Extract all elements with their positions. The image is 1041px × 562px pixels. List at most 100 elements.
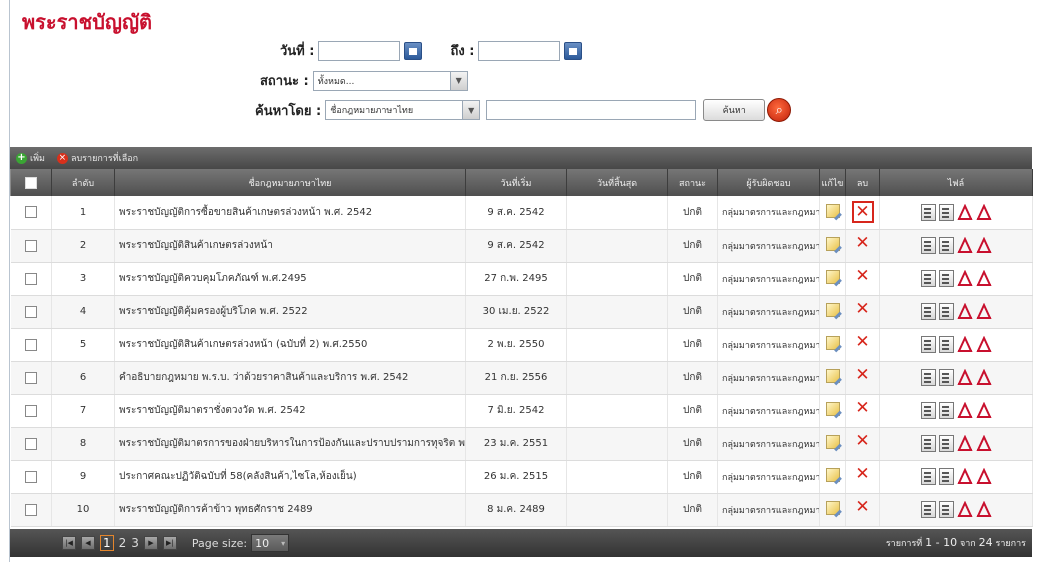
page-1-link[interactable]: 1 xyxy=(100,535,114,551)
row-checkbox-cell[interactable] xyxy=(10,229,52,263)
search-by-select[interactable]: ชื่อกฎหมายภาษาไทย ▼ xyxy=(325,100,481,120)
pdf-icon[interactable] xyxy=(956,336,973,353)
delete-icon[interactable]: ✕ xyxy=(852,267,874,290)
row-delete-cell[interactable]: ✕ xyxy=(845,493,880,527)
edit-icon[interactable] xyxy=(825,501,840,515)
edit-icon[interactable] xyxy=(825,270,840,284)
delete-selected-button[interactable]: × ลบรายการที่เลือก xyxy=(56,151,138,165)
edit-icon[interactable] xyxy=(825,303,840,317)
delete-icon[interactable]: ✕ xyxy=(852,300,874,323)
word-doc-icon[interactable] xyxy=(920,369,936,386)
add-button[interactable]: + เพิ่ม xyxy=(16,151,45,165)
row-delete-cell[interactable]: ✕ xyxy=(845,460,880,494)
row-edit-cell[interactable] xyxy=(819,460,846,494)
row-checkbox[interactable] xyxy=(24,272,37,285)
row-checkbox[interactable] xyxy=(24,239,37,252)
search-icon[interactable]: ⌕ xyxy=(767,98,792,122)
delete-icon[interactable]: ✕ xyxy=(852,432,874,455)
row-checkbox-cell[interactable] xyxy=(10,427,52,461)
end-date-input[interactable] xyxy=(478,40,561,61)
row-edit-cell[interactable] xyxy=(819,229,846,263)
row-checkbox-cell[interactable] xyxy=(10,328,52,362)
pdf-icon[interactable] xyxy=(975,435,992,452)
pdf-icon[interactable] xyxy=(956,501,973,518)
last-page-icon[interactable]: ▶| xyxy=(162,536,177,550)
start-date-input[interactable] xyxy=(318,40,401,61)
select-all-header[interactable] xyxy=(10,169,52,196)
word-doc-icon[interactable] xyxy=(938,501,954,518)
pdf-icon[interactable] xyxy=(975,303,992,320)
word-doc-icon[interactable] xyxy=(920,336,936,353)
start-calendar-icon[interactable] xyxy=(404,41,423,60)
word-doc-icon[interactable] xyxy=(938,270,954,287)
pdf-icon[interactable] xyxy=(975,468,992,485)
first-page-icon[interactable]: |◀ xyxy=(62,536,76,550)
select-all-checkbox[interactable] xyxy=(25,176,37,189)
col-header-no[interactable]: ลำดับ xyxy=(51,169,115,196)
word-doc-icon[interactable] xyxy=(938,203,954,221)
word-doc-icon[interactable] xyxy=(920,468,936,485)
word-doc-icon[interactable] xyxy=(920,402,936,419)
row-delete-cell[interactable]: ✕ xyxy=(845,262,880,296)
word-doc-icon[interactable] xyxy=(938,402,954,419)
row-edit-cell[interactable] xyxy=(819,394,846,428)
row-checkbox-cell[interactable] xyxy=(10,460,52,494)
delete-icon[interactable]: ✕ xyxy=(852,498,874,521)
prev-page-icon[interactable]: ◀ xyxy=(81,536,95,550)
row-delete-cell[interactable]: ✕ xyxy=(845,295,880,329)
row-delete-cell[interactable]: ✕ xyxy=(845,427,880,461)
col-header-owner[interactable]: ผู้รับผิดชอบ xyxy=(717,169,820,196)
edit-icon[interactable] xyxy=(825,468,840,482)
delete-icon[interactable]: ✕ xyxy=(852,333,874,356)
edit-icon[interactable] xyxy=(825,203,840,218)
word-doc-icon[interactable] xyxy=(938,369,954,386)
delete-icon[interactable]: ✕ xyxy=(852,234,874,257)
word-doc-icon[interactable] xyxy=(938,468,954,485)
word-doc-icon[interactable] xyxy=(920,203,936,221)
dropdown-arrow-icon[interactable]: ▼ xyxy=(449,71,467,90)
pdf-icon[interactable] xyxy=(975,402,992,419)
edit-icon[interactable] xyxy=(825,435,840,449)
row-edit-cell[interactable] xyxy=(819,361,846,395)
col-header-start[interactable]: วันที่เริ่ม xyxy=(465,169,567,196)
word-doc-icon[interactable] xyxy=(938,237,954,254)
word-doc-icon[interactable] xyxy=(938,336,954,353)
col-header-name[interactable]: ชื่อกฎหมายภาษาไทย xyxy=(114,169,466,196)
word-doc-icon[interactable] xyxy=(920,303,936,320)
row-checkbox-cell[interactable] xyxy=(10,361,52,395)
pdf-icon[interactable] xyxy=(975,270,992,287)
delete-icon[interactable]: ✕ xyxy=(852,465,874,488)
row-checkbox[interactable] xyxy=(24,503,37,516)
row-checkbox[interactable] xyxy=(24,470,37,483)
delete-icon[interactable]: ✕ xyxy=(852,366,874,389)
pdf-icon[interactable] xyxy=(956,303,973,320)
row-delete-cell[interactable]: ✕ xyxy=(845,328,880,362)
edit-icon[interactable] xyxy=(825,402,840,416)
row-edit-cell[interactable] xyxy=(819,427,846,461)
delete-icon[interactable]: ✕ xyxy=(852,399,874,422)
pdf-icon[interactable] xyxy=(975,237,992,254)
page-2-link[interactable]: 2 xyxy=(119,536,127,550)
row-checkbox-cell[interactable] xyxy=(10,394,52,428)
row-checkbox-cell[interactable] xyxy=(10,493,52,527)
row-checkbox[interactable] xyxy=(24,206,37,219)
row-checkbox-cell[interactable] xyxy=(10,196,52,230)
pdf-icon[interactable] xyxy=(956,435,973,452)
col-header-end[interactable]: วันที่สิ้นสุด xyxy=(566,169,668,196)
page-3-link[interactable]: 3 xyxy=(131,536,139,550)
pdf-icon[interactable] xyxy=(956,203,973,221)
row-delete-cell[interactable]: ✕ xyxy=(845,361,880,395)
row-checkbox[interactable] xyxy=(24,371,37,384)
pdf-icon[interactable] xyxy=(956,369,973,386)
row-delete-cell[interactable]: ✕ xyxy=(845,394,880,428)
row-checkbox[interactable] xyxy=(24,404,37,417)
status-select[interactable]: ทั้งหมด... ▼ xyxy=(312,70,468,91)
next-page-icon[interactable]: ▶ xyxy=(143,536,158,550)
pdf-icon[interactable] xyxy=(956,270,973,287)
col-header-status[interactable]: สถานะ xyxy=(667,169,718,196)
edit-icon[interactable] xyxy=(825,369,840,383)
row-delete-cell[interactable]: ✕ xyxy=(845,229,880,263)
row-edit-cell[interactable] xyxy=(819,262,846,296)
delete-icon[interactable]: ✕ xyxy=(851,201,874,224)
edit-icon[interactable] xyxy=(825,336,840,350)
